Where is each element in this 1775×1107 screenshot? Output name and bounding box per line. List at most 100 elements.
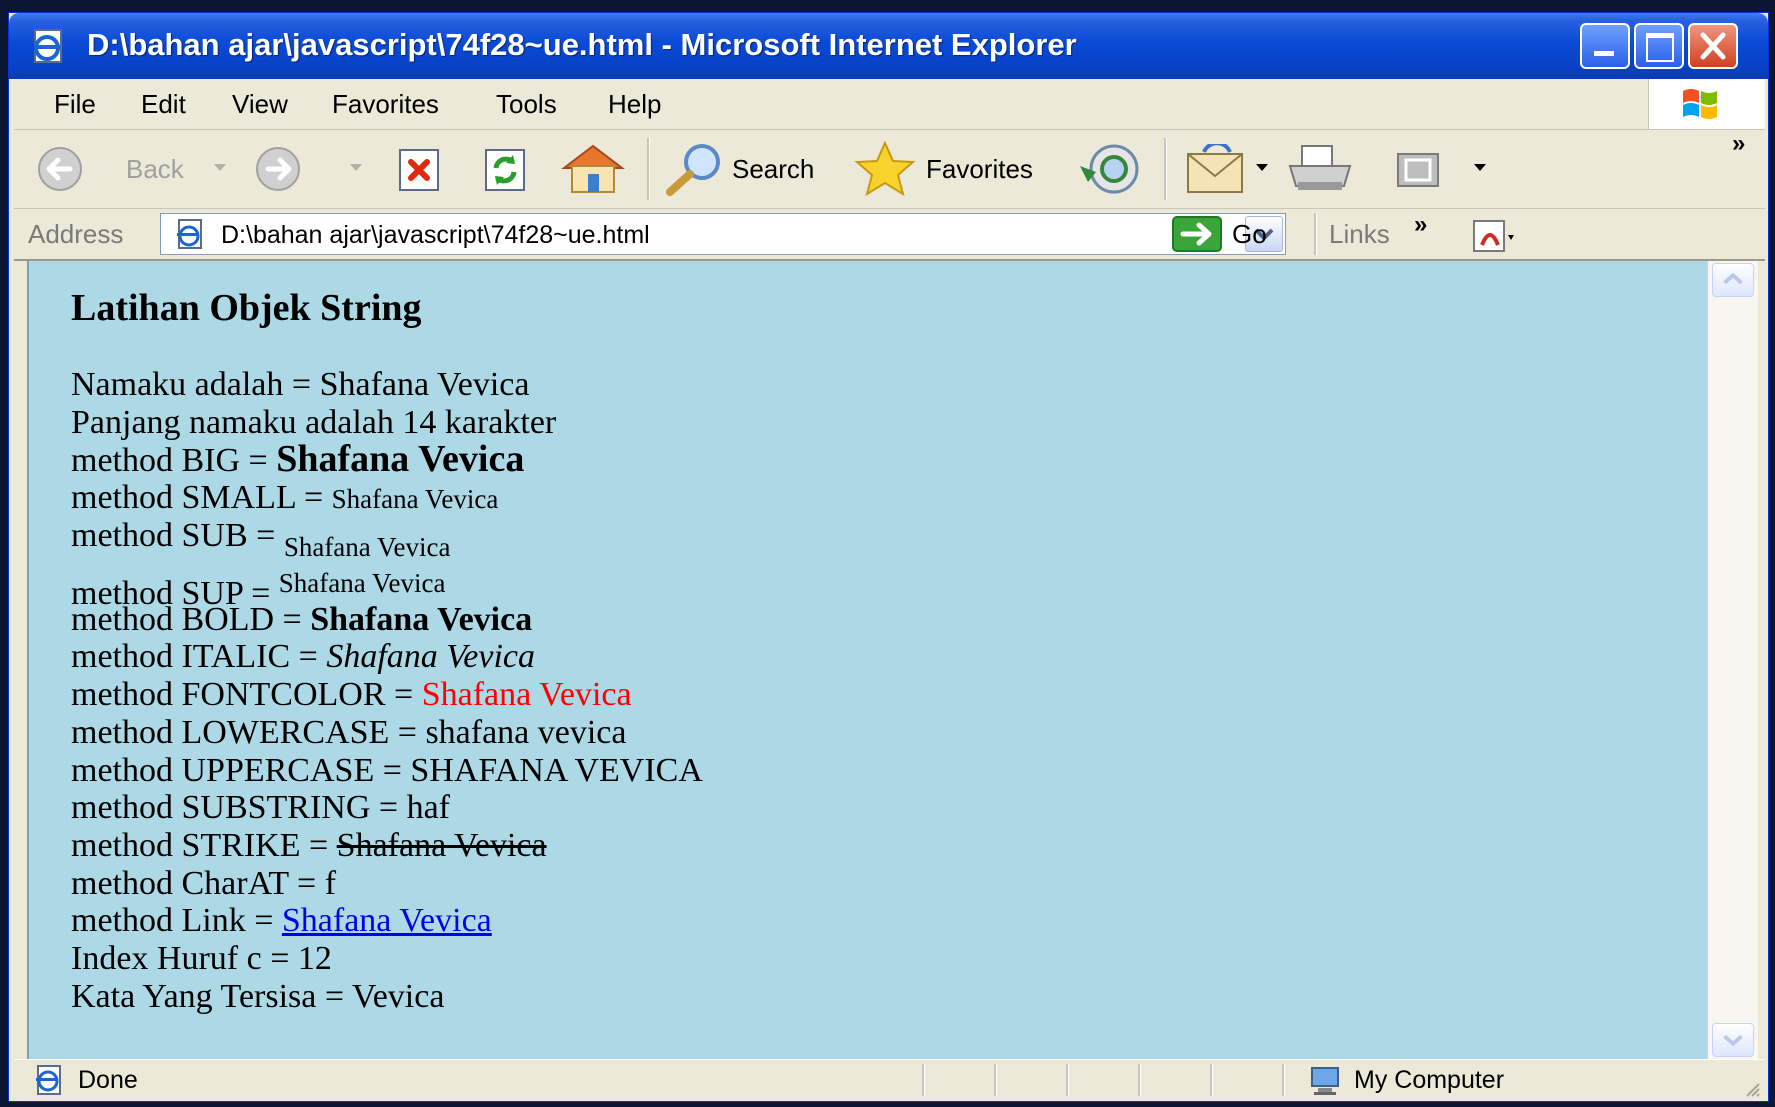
- line-link: method Link = Shafana Vevica: [71, 902, 703, 940]
- page-icon: [177, 219, 202, 249]
- chevron-up-icon: [1723, 272, 1743, 285]
- line-sub: method SUB = Shafana Vevica: [71, 517, 703, 563]
- menu-tools[interactable]: Tools: [496, 89, 557, 120]
- scroll-up-button[interactable]: [1712, 263, 1754, 297]
- window-title: D:\bahan ajar\javascript\74f28~ue.html -…: [87, 27, 1077, 62]
- favorites-button-label[interactable]: Favorites: [926, 154, 1033, 185]
- line-fontcolor: method FONTCOLOR = Shafana Vevica: [71, 676, 703, 714]
- line-label: method SMALL =: [71, 479, 332, 517]
- forward-dropdown-icon[interactable]: [350, 164, 362, 177]
- ie-page-icon: [34, 29, 62, 63]
- mail-icon[interactable]: [1184, 144, 1254, 196]
- search-button-label[interactable]: Search: [732, 154, 814, 185]
- line-lowercase: method LOWERCASE = shafana vevica: [71, 714, 703, 752]
- links-label[interactable]: Links: [1329, 219, 1390, 250]
- scroll-down-button[interactable]: [1712, 1023, 1754, 1057]
- go-button-label[interactable]: Go: [1232, 219, 1267, 250]
- mail-dropdown-icon[interactable]: [1256, 164, 1268, 177]
- vertical-scrollbar[interactable]: [1707, 261, 1758, 1059]
- menu-view[interactable]: View: [232, 89, 288, 120]
- line-panjang: Panjang namaku adalah 14 karakter: [71, 404, 703, 442]
- index-text: 12: [297, 939, 332, 977]
- status-divider: [922, 1064, 925, 1096]
- page-content-area: Latihan Objek String Namaku adalah = Sha…: [27, 261, 1709, 1059]
- links-overflow-icon[interactable]: »: [1414, 211, 1427, 239]
- toolbar-more-dropdown-icon[interactable]: [1474, 164, 1486, 177]
- big-text: Shafana Vevica: [276, 438, 525, 481]
- name-link[interactable]: Shafana Vevica: [282, 902, 492, 939]
- minimize-button[interactable]: [1580, 23, 1630, 69]
- title-bar[interactable]: D:\bahan ajar\javascript\74f28~ue.html -…: [9, 13, 1768, 79]
- refresh-icon[interactable]: [480, 146, 532, 194]
- line-label: method SUBSTRING =: [71, 789, 407, 827]
- my-computer-icon: [1311, 1067, 1339, 1095]
- status-divider: [1282, 1064, 1285, 1096]
- media-icon[interactable]: [1076, 142, 1146, 196]
- security-zone-text: My Computer: [1354, 1066, 1505, 1094]
- charat-text: f: [324, 864, 337, 902]
- lowercase-text: shafana vevica: [425, 713, 627, 751]
- back-arrow-icon[interactable]: [36, 145, 102, 193]
- windows-flag-icon: [1683, 89, 1717, 119]
- menu-help[interactable]: Help: [608, 89, 661, 120]
- line-value: Shafana Vevica: [319, 366, 530, 403]
- substring-text: haf: [406, 789, 451, 827]
- menu-favorites[interactable]: Favorites: [332, 89, 439, 120]
- sub-text: Shafana Vevica: [283, 531, 451, 562]
- status-divider: [994, 1064, 997, 1096]
- favorites-star-icon[interactable]: [850, 140, 920, 196]
- status-bar: Done My Computer: [14, 1059, 1765, 1100]
- line-namaku: Namaku adalah = Shafana Vevica: [71, 366, 703, 404]
- status-text: Done: [78, 1066, 138, 1094]
- line-label: method STRIKE =: [71, 826, 337, 864]
- stop-icon[interactable]: [394, 146, 446, 194]
- line-label: Kata Yang Tersisa =: [71, 977, 352, 1015]
- page-done-icon: [36, 1065, 61, 1095]
- status-divider: [1066, 1064, 1069, 1096]
- address-input[interactable]: D:\bahan ajar\javascript\74f28~ue.html: [160, 213, 1286, 255]
- toolbar-separator: [1164, 138, 1167, 200]
- small-text: Shafana Vevica: [331, 484, 499, 515]
- back-dropdown-icon[interactable]: [214, 164, 226, 177]
- line-label: method FONTCOLOR =: [71, 676, 422, 714]
- page-heading: Latihan Objek String: [71, 287, 422, 329]
- resize-grip-icon[interactable]: [1743, 1080, 1761, 1098]
- line-charat: method CharAT = f: [71, 865, 703, 903]
- line-strike: method STRIKE = Shafana Vevica: [71, 827, 703, 865]
- chevron-down-icon: [1723, 1034, 1743, 1047]
- go-arrow-icon[interactable]: [1171, 215, 1223, 253]
- print-icon[interactable]: [1284, 142, 1358, 196]
- status-divider: [1210, 1064, 1213, 1096]
- edit-page-icon[interactable]: [1392, 146, 1444, 194]
- strike-text: Shafana Vevica: [336, 826, 547, 864]
- line-label: method UPPERCASE =: [71, 751, 411, 789]
- back-button-label[interactable]: Back: [126, 154, 184, 185]
- line-index: Index Huruf c = 12: [71, 940, 703, 978]
- line-label: method LOWERCASE =: [71, 713, 426, 751]
- sisa-text: Vevica: [351, 977, 445, 1015]
- line-label: method SUB =: [71, 516, 284, 554]
- pdf-icon[interactable]: [1468, 215, 1524, 255]
- home-icon[interactable]: [558, 142, 628, 196]
- minimize-icon: [1594, 51, 1614, 56]
- menu-file[interactable]: File: [54, 89, 96, 120]
- windows-logo: [1648, 79, 1765, 129]
- bold-text: Shafana Vevica: [310, 600, 533, 638]
- ie-window: D:\bahan ajar\javascript\74f28~ue.html -…: [8, 12, 1769, 1102]
- page-body: Latihan Objek String Namaku adalah = Sha…: [71, 286, 703, 1015]
- line-sup: method SUP = Shafana Vevica: [71, 563, 703, 612]
- toolbar-overflow-icon[interactable]: »: [1732, 130, 1745, 158]
- line-label: method CharAT =: [71, 864, 325, 902]
- maximize-button[interactable]: [1634, 23, 1684, 69]
- status-divider: [1138, 1064, 1141, 1096]
- close-button[interactable]: [1688, 23, 1738, 69]
- maximize-icon: [1646, 33, 1674, 62]
- line-label: method BOLD =: [71, 600, 311, 638]
- line-label: method ITALIC =: [71, 638, 327, 676]
- toolbar-separator: [647, 138, 650, 200]
- menu-edit[interactable]: Edit: [141, 89, 186, 120]
- forward-arrow-icon[interactable]: [252, 145, 312, 193]
- search-icon[interactable]: [660, 142, 730, 196]
- line-label: method BIG =: [71, 442, 277, 480]
- red-text: Shafana Vevica: [421, 676, 632, 714]
